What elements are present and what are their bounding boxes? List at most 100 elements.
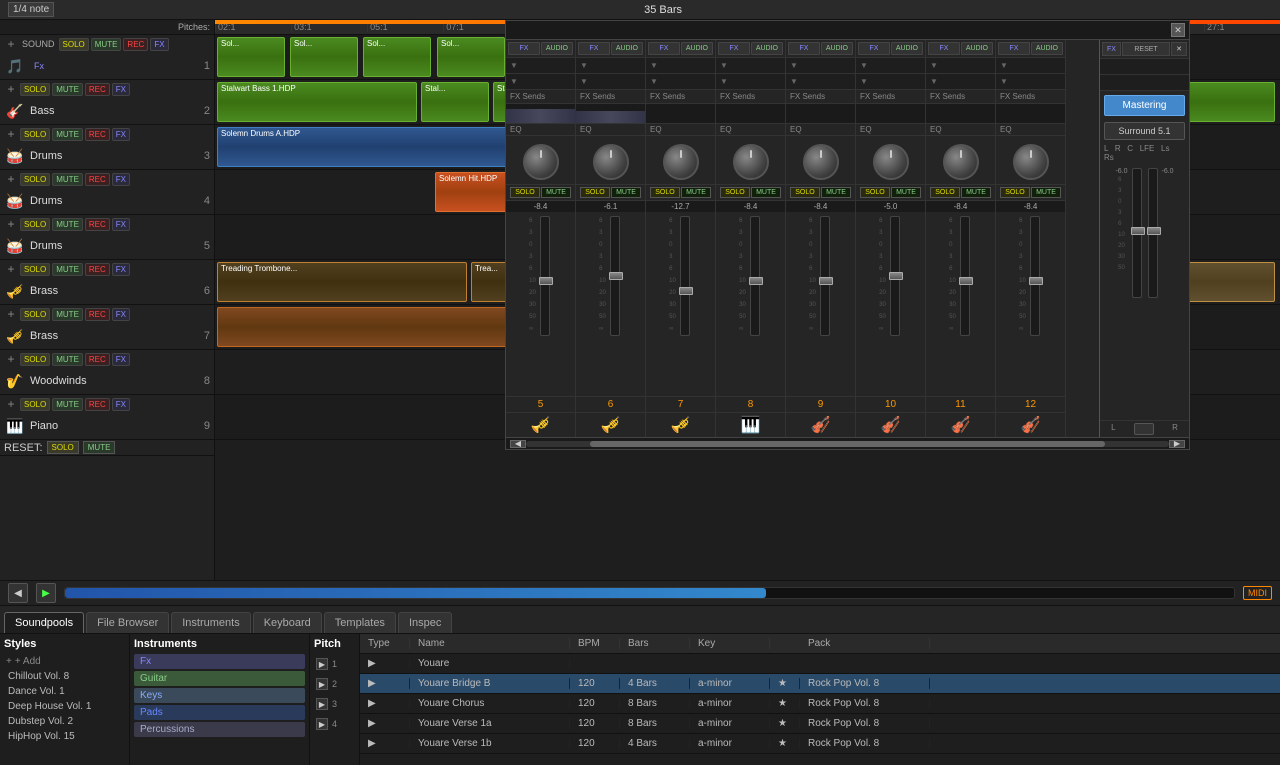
track-add-8[interactable]: + xyxy=(4,352,18,366)
ch-mute-btn-8[interactable]: MUTE xyxy=(751,187,781,198)
ch-fx-btn-8[interactable]: FX xyxy=(718,42,750,55)
master-close-btn[interactable]: ✕ xyxy=(1171,42,1187,56)
tab-soundpools[interactable]: Soundpools xyxy=(4,612,84,633)
channel-eq-10[interactable]: EQ xyxy=(856,124,925,136)
ch-solo-btn-10[interactable]: SOLO xyxy=(860,187,890,198)
solo-btn-4[interactable]: SOLO xyxy=(20,173,50,186)
row5-fav[interactable]: ★ xyxy=(770,738,800,749)
solo-btn-6[interactable]: SOLO xyxy=(20,263,50,276)
surround-button[interactable]: Surround 5.1 xyxy=(1104,122,1185,140)
channel-knob-5[interactable] xyxy=(523,144,559,180)
channel-eq-7[interactable]: EQ xyxy=(646,124,715,136)
ch-fx-btn-7[interactable]: FX xyxy=(648,42,680,55)
ch-solo-btn-8[interactable]: SOLO xyxy=(720,187,750,198)
ch-audio-btn-7[interactable]: AUDIO xyxy=(681,42,713,55)
fader-handle-11[interactable] xyxy=(959,277,973,285)
ch-audio-btn-11[interactable]: AUDIO xyxy=(961,42,993,55)
fx-btn-2[interactable]: FX xyxy=(112,83,130,96)
fx-btn-6[interactable]: FX xyxy=(112,263,130,276)
inst-tag-guitar[interactable]: Guitar xyxy=(134,671,305,686)
clip-2-1[interactable]: Stalwart Bass 1.HDP xyxy=(217,82,417,122)
fx-btn-1[interactable]: FX xyxy=(150,38,168,51)
pitch-play-3[interactable]: ▶ xyxy=(316,698,328,710)
channel-eq-9[interactable]: EQ xyxy=(786,124,855,136)
channel-knob-7[interactable] xyxy=(663,144,699,180)
pitch-play-1[interactable]: ▶ xyxy=(316,658,328,670)
channel-selector-9[interactable]: ▼ xyxy=(786,58,855,74)
master-lock-icon[interactable] xyxy=(1134,423,1154,435)
ch-audio-btn-8[interactable]: AUDIO xyxy=(751,42,783,55)
mute-btn-7[interactable]: MUTE xyxy=(52,308,83,321)
fx-btn-7[interactable]: FX xyxy=(112,308,130,321)
fader-track-12[interactable] xyxy=(1030,216,1040,336)
ch-mute-btn-7[interactable]: MUTE xyxy=(681,187,711,198)
track-add-3[interactable]: + xyxy=(4,127,18,141)
mute-btn-8[interactable]: MUTE xyxy=(52,353,83,366)
fader-track-10[interactable] xyxy=(890,216,900,336)
solo-btn-8[interactable]: SOLO xyxy=(20,353,50,366)
channel-selector-10b[interactable]: ▼ xyxy=(856,74,925,90)
inst-tag-keys[interactable]: Keys xyxy=(134,688,305,703)
pitch-play-2[interactable]: ▶ xyxy=(316,678,328,690)
rec-btn-3[interactable]: REC xyxy=(85,128,110,141)
track-add-1[interactable]: + xyxy=(4,37,18,51)
channel-knob-12[interactable] xyxy=(1013,144,1049,180)
play-btn[interactable]: ▶ xyxy=(36,583,56,603)
master-reset-btn[interactable]: RESET xyxy=(1122,42,1170,56)
master-fader-handle-right[interactable] xyxy=(1147,227,1161,235)
channel-selector-8[interactable]: ▼ xyxy=(716,58,785,74)
fx-btn-5[interactable]: FX xyxy=(112,218,130,231)
channel-selector-9b[interactable]: ▼ xyxy=(786,74,855,90)
channel-knob-10[interactable] xyxy=(873,144,909,180)
rec-btn-8[interactable]: REC xyxy=(85,353,110,366)
transport-position-bar[interactable] xyxy=(64,587,1235,599)
inst-tag-percussions[interactable]: Percussions xyxy=(134,722,305,737)
scroll-track[interactable] xyxy=(526,441,1169,447)
tab-instruments[interactable]: Instruments xyxy=(171,612,250,633)
track-add-9[interactable]: + xyxy=(4,397,18,411)
rec-btn-7[interactable]: REC xyxy=(85,308,110,321)
solo-btn-3[interactable]: SOLO xyxy=(20,128,50,141)
solo-btn-1[interactable]: SOLO xyxy=(59,38,89,51)
inst-tag-fx[interactable]: Fx xyxy=(134,654,305,669)
channel-selector-7[interactable]: ▼ xyxy=(646,58,715,74)
ch-fx-btn-6[interactable]: FX xyxy=(578,42,610,55)
solo-btn-2[interactable]: SOLO xyxy=(20,83,50,96)
mute-btn-1[interactable]: MUTE xyxy=(91,38,122,51)
fx-btn-4[interactable]: FX xyxy=(112,173,130,186)
ch-audio-btn-6[interactable]: AUDIO xyxy=(611,42,643,55)
channel-eq-12[interactable]: EQ xyxy=(996,124,1065,136)
tab-inspector[interactable]: Inspec xyxy=(398,612,452,633)
rec-btn-1[interactable]: REC xyxy=(123,38,148,51)
inst-tag-pads[interactable]: Pads xyxy=(134,705,305,720)
channel-selector-8b[interactable]: ▼ xyxy=(716,74,785,90)
fader-track-9[interactable] xyxy=(820,216,830,336)
fader-handle-9[interactable] xyxy=(819,277,833,285)
style-item-5[interactable]: HipHop Vol. 15 xyxy=(4,729,125,744)
fader-handle-7[interactable] xyxy=(679,287,693,295)
mixer-scrollbar[interactable]: ◀ ▶ xyxy=(506,437,1189,449)
scroll-left-btn[interactable]: ◀ xyxy=(510,440,526,448)
ch-solo-btn-5[interactable]: SOLO xyxy=(510,187,540,198)
clip-1-4[interactable]: Sol... xyxy=(437,37,505,77)
fader-handle-5[interactable] xyxy=(539,277,553,285)
tab-file-browser[interactable]: File Browser xyxy=(86,612,169,633)
tab-keyboard[interactable]: Keyboard xyxy=(253,612,322,633)
fader-handle-6[interactable] xyxy=(609,272,623,280)
ch-audio-btn-12[interactable]: AUDIO xyxy=(1031,42,1063,55)
fader-track-11[interactable] xyxy=(960,216,970,336)
fader-handle-12[interactable] xyxy=(1029,277,1043,285)
ch-solo-btn-9[interactable]: SOLO xyxy=(790,187,820,198)
master-fx-btn[interactable]: FX xyxy=(1102,42,1121,56)
rec-btn-2[interactable]: REC xyxy=(85,83,110,96)
note-selector[interactable]: 1/4 note xyxy=(8,2,54,17)
master-fader-right[interactable] xyxy=(1148,168,1158,298)
channel-selector-12b[interactable]: ▼ xyxy=(996,74,1065,90)
solo-btn-5[interactable]: SOLO xyxy=(20,218,50,231)
master-fader-left[interactable] xyxy=(1132,168,1142,298)
browser-row-4[interactable]: ▶ Youare Verse 1a 120 8 Bars a-minor ★ R… xyxy=(360,714,1280,734)
track-add-6[interactable]: + xyxy=(4,262,18,276)
ch-solo-btn-11[interactable]: SOLO xyxy=(930,187,960,198)
rec-btn-6[interactable]: REC xyxy=(85,263,110,276)
clip-1-3[interactable]: Sol... xyxy=(363,37,431,77)
